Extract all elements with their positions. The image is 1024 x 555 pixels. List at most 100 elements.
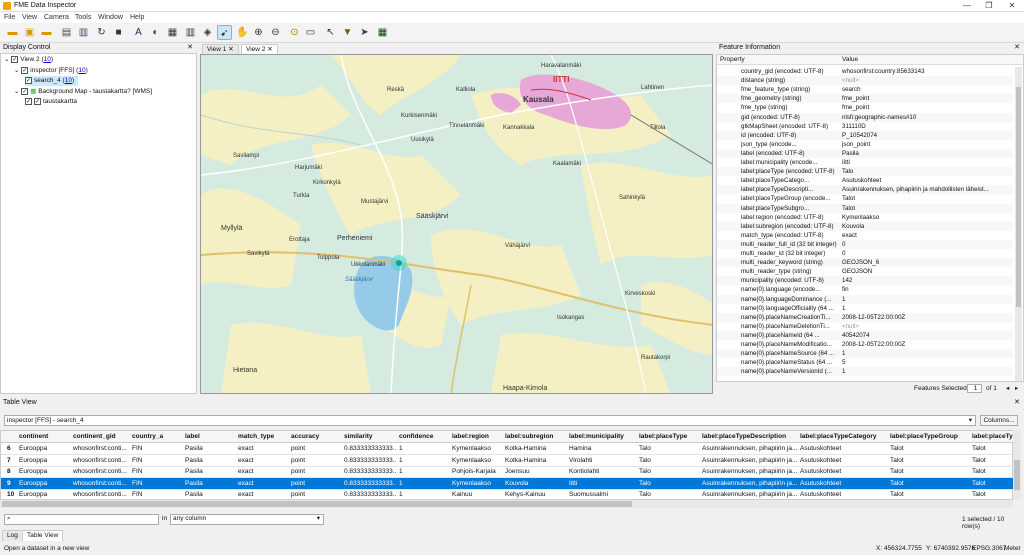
- minimize-button[interactable]: —: [958, 1, 976, 11]
- feature-info-row[interactable]: name{0}.placeNameModificatio... 2008-12-0…: [717, 340, 1013, 349]
- feature-info-row[interactable]: gtkMapSheet (encoded: UTF-8) 311110D: [717, 122, 1013, 131]
- table-cell[interactable]: point: [291, 480, 341, 487]
- checkbox[interactable]: ✓: [11, 55, 19, 63]
- tab-view1[interactable]: View 1 ✕: [202, 44, 239, 54]
- table-cell[interactable]: Talot: [972, 480, 1010, 487]
- table-cell[interactable]: 0.833333333333...: [344, 480, 396, 487]
- table-cell[interactable]: Asutuskohteet: [800, 445, 887, 452]
- measure-icon[interactable]: ▭: [303, 25, 318, 40]
- table-cell[interactable]: whosonfirst:conti...: [73, 480, 129, 487]
- tree-item-inspector[interactable]: ⌄ ✓ inspector [FFS] (10): [14, 66, 88, 76]
- feature-info-row[interactable]: country_gid (encoded: UTF-8) whosonfirst:…: [717, 67, 1013, 76]
- table-cell[interactable]: FIN: [132, 457, 182, 464]
- feature-info-row[interactable]: id (encoded: UTF-8) P_10542074: [717, 130, 1013, 140]
- table-cell[interactable]: Talot: [972, 457, 1010, 464]
- feature-info-row[interactable]: distance (string) <null>: [717, 76, 1013, 86]
- folder-icon[interactable]: ▬: [39, 25, 54, 40]
- tree-count[interactable]: 10: [65, 77, 72, 84]
- column-header[interactable]: continent_gid: [73, 433, 116, 440]
- table-cell[interactable]: Pasila: [185, 445, 235, 452]
- table-cell[interactable]: Iitti: [569, 480, 636, 487]
- table-cell[interactable]: Talot: [890, 491, 969, 498]
- tree-count[interactable]: 10: [78, 67, 85, 74]
- feature-info-row[interactable]: multi_reader_type (string) GEOJSON: [717, 267, 1013, 276]
- feature-info-row[interactable]: name{0}.placeNameStatus (64 ... 5: [717, 358, 1013, 367]
- table-cell[interactable]: Hamina: [569, 445, 636, 452]
- cursor-icon[interactable]: ↖: [323, 25, 338, 40]
- table-cell[interactable]: Talo: [639, 480, 699, 487]
- row-number[interactable]: 8: [7, 468, 11, 475]
- feature-info-row[interactable]: json_type (encode... json_point: [717, 140, 1013, 149]
- table-cell[interactable]: Kymenlaakso: [452, 480, 502, 487]
- feature-info-row[interactable]: name{0}.placeNameDeletionTi... <null>: [717, 322, 1013, 331]
- table-cell[interactable]: Talot: [890, 480, 969, 487]
- zoom-out-icon[interactable]: ⊖: [268, 25, 283, 40]
- table-cell[interactable]: Kehys-Kainuu: [505, 491, 566, 498]
- close-button[interactable]: ✕: [1003, 1, 1021, 11]
- feature-info-row[interactable]: label:placeTypeSubgro... Talot: [717, 203, 1013, 213]
- tree-item-background-map[interactable]: ⌄ ✓ ▦ Background Map - taustakartta? [WMS…: [14, 87, 152, 97]
- row-number[interactable]: 10: [7, 491, 14, 498]
- navigate-icon[interactable]: ➤: [357, 25, 372, 40]
- feature-info-row[interactable]: label:subregion (encoded: UTF-8) Kouvola: [717, 221, 1013, 231]
- table-cell[interactable]: Eurooppa: [19, 445, 70, 452]
- table-cell[interactable]: Asuinrakennuksen, pihapiirin ja...: [702, 480, 797, 487]
- columns-button[interactable]: Columns...: [980, 415, 1018, 426]
- pan-icon[interactable]: ✋: [235, 25, 250, 40]
- table-cell[interactable]: whosonfirst:conti...: [73, 457, 129, 464]
- menu-camera[interactable]: Camera: [44, 14, 69, 21]
- feature-info-row[interactable]: fme_feature_type (string) search: [717, 85, 1013, 94]
- column-header[interactable]: label:region: [452, 433, 489, 440]
- feature-index-input[interactable]: 1: [967, 384, 982, 393]
- table-cell[interactable]: Kontiolahti: [569, 468, 636, 475]
- table-cell[interactable]: exact: [238, 445, 288, 452]
- tab-log[interactable]: Log: [2, 530, 23, 541]
- table-cell[interactable]: 0.833333333333...: [344, 457, 396, 464]
- table-cell[interactable]: 0.833333333333...: [344, 468, 396, 475]
- next-feature-icon[interactable]: ▸: [1015, 383, 1018, 394]
- panel-close-icon[interactable]: ✕: [1014, 398, 1020, 408]
- column-header[interactable]: country_a: [132, 433, 163, 440]
- checkbox[interactable]: ✓: [34, 97, 41, 105]
- paint-icon[interactable]: ◐: [148, 25, 163, 40]
- new-icon[interactable]: ▣: [22, 25, 37, 40]
- menu-help[interactable]: Help: [130, 14, 144, 21]
- feature-info-row[interactable]: name{0}.languageOfficiality (64 ... 1: [717, 304, 1013, 313]
- table-cell[interactable]: Talot: [972, 468, 1010, 475]
- feature-info-row[interactable]: fme_type (string) fme_point: [717, 103, 1013, 112]
- menu-view[interactable]: View: [22, 14, 37, 21]
- collapse-icon[interactable]: ⌄: [4, 56, 11, 63]
- feature-info-row[interactable]: name{0}.placeNameVersionId (... 1: [717, 367, 1013, 377]
- table-cell[interactable]: point: [291, 468, 341, 475]
- feature-info-row[interactable]: multi_reader_keyword (string) GEOJSON_6: [717, 258, 1013, 268]
- feature-info-row[interactable]: name{0}.language (encode... fin: [717, 285, 1013, 294]
- map-canvas[interactable]: [201, 55, 713, 394]
- feature-info-row[interactable]: name{0}.languageDominance (... 1: [717, 294, 1013, 304]
- table-cell[interactable]: Talot: [972, 491, 1010, 498]
- table-cell[interactable]: 0.833333333333...: [344, 445, 396, 452]
- tree-item-view2[interactable]: ⌄ ✓ View 2 (10): [4, 55, 53, 65]
- table-cell[interactable]: Talot: [890, 445, 969, 452]
- table-cell[interactable]: Talot: [890, 468, 969, 475]
- menu-window[interactable]: Window: [98, 14, 123, 21]
- table-cell[interactable]: Eurooppa: [19, 468, 70, 475]
- table-row[interactable]: 8 Eurooppa whosonfirst:conti... FIN Pasila ex…: [1, 466, 1013, 479]
- table-cell[interactable]: Asuinrakennuksen, pihapiirin ja...: [702, 468, 797, 475]
- feature-info-row[interactable]: label:placeTypeGroup (encode... Talot: [717, 194, 1013, 203]
- table-cell[interactable]: Joensuu: [505, 468, 566, 475]
- menu-tools[interactable]: Tools: [75, 14, 91, 21]
- tab-table-view[interactable]: Table View: [22, 530, 64, 541]
- zoom-extent-icon[interactable]: ⊙: [287, 25, 302, 40]
- table-cell[interactable]: whosonfirst:conti...: [73, 445, 129, 452]
- tree-count[interactable]: 10: [44, 56, 51, 63]
- table-cell[interactable]: Asuinrakennuksen, pihapiirin ja...: [702, 445, 797, 452]
- feature-info-row[interactable]: label:placeType (encoded: UTF-8) Talo: [717, 167, 1013, 177]
- table-cell[interactable]: Asuinrakennuksen, pihapiirin ja...: [702, 491, 797, 498]
- stop-icon[interactable]: ■: [111, 25, 126, 40]
- table-cell[interactable]: Kymenlaakso: [452, 445, 502, 452]
- table-source-select[interactable]: inspector [FFS] - search_4 ▾: [4, 415, 976, 426]
- row-number[interactable]: 6: [7, 445, 11, 452]
- table-cell[interactable]: Pasila: [185, 480, 235, 487]
- feature-info-row[interactable]: name{0}.placeNameCreationTi... 2008-12-05…: [717, 312, 1013, 322]
- table-horizontal-scrollbar[interactable]: [0, 500, 1013, 508]
